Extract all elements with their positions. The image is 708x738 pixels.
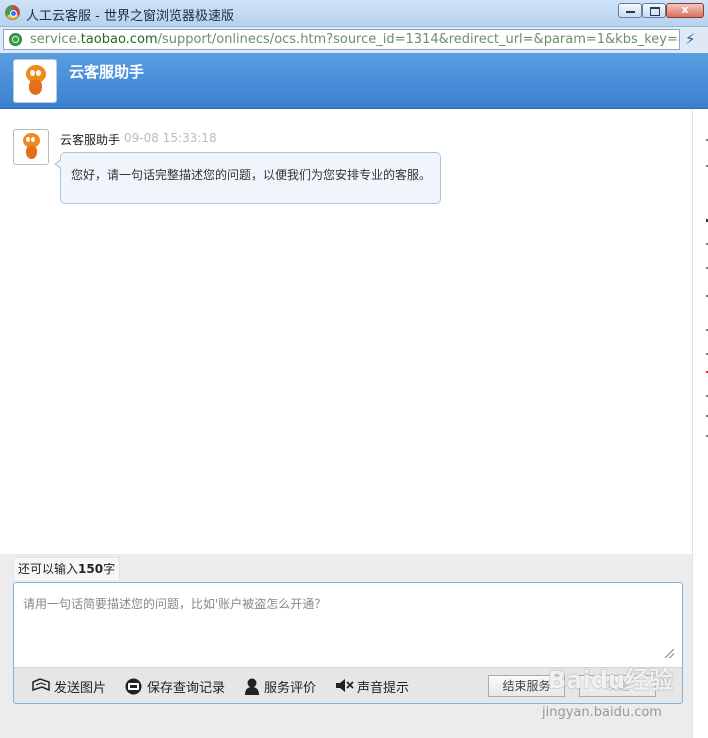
mascot-icon: [24, 65, 48, 97]
url-field[interactable]: service.taobao.com/support/onlinecs/ocs.…: [3, 29, 680, 50]
send-button[interactable]: 发送: [579, 675, 656, 697]
lightning-icon[interactable]: ⚡: [685, 30, 696, 48]
save-icon: [124, 678, 143, 699]
assistant-name: 云客服助手: [69, 63, 145, 81]
message-text: 您好，请一句话完整描述您的问题，以便我们为您安排专业的客服。: [71, 168, 432, 182]
image-icon: [32, 678, 50, 696]
url-text: service.taobao.com/support/onlinecs/ocs.…: [30, 32, 679, 47]
address-bar: service.taobao.com/support/onlinecs/ocs.…: [0, 27, 708, 54]
message-input[interactable]: [14, 583, 682, 667]
side-panel: [692, 109, 708, 738]
mute-icon: [335, 678, 354, 697]
assistant-avatar: [13, 59, 57, 103]
char-counter: 还可以输入150字: [13, 557, 121, 580]
composer-toolbar: 发送图片 保存查询记录 服务评价 声音提示 结束服务 发送: [14, 667, 682, 703]
mascot-icon: [21, 133, 41, 161]
url-prefix: service.: [30, 32, 81, 47]
close-button[interactable]: x: [666, 3, 704, 18]
user-icon: [244, 678, 260, 699]
save-history-label: 保存查询记录: [147, 681, 226, 696]
url-path: /support/onlinecs/ocs.htm?source_id=1314…: [157, 32, 679, 47]
browser-logo-icon: [5, 5, 20, 20]
char-counter-prefix: 还可以输入: [18, 562, 79, 576]
window-title: 人工云客服 - 世界之窗浏览器极速版: [26, 9, 234, 24]
url-domain: taobao.com: [80, 32, 158, 47]
message-list: 云客服助手 09-08 15:33:18 您好，请一句话完整描述您的问题，以便我…: [0, 109, 692, 554]
rate-service-label: 服务评价: [264, 681, 317, 696]
char-counter-value: 150: [78, 562, 104, 576]
message-timestamp: 09-08 15:33:18: [124, 131, 217, 145]
maximize-button[interactable]: [642, 3, 666, 18]
message-sender: 云客服助手: [60, 133, 121, 147]
message-bubble: 您好，请一句话完整描述您的问题，以便我们为您安排专业的客服。: [54, 152, 441, 204]
input-panel: 发送图片 保存查询记录 服务评价 声音提示 结束服务 发: [13, 582, 683, 704]
sound-alert-label: 声音提示: [357, 681, 410, 696]
minimize-button[interactable]: [618, 3, 642, 18]
chat-header: 云客服助手: [0, 53, 708, 109]
globe-icon: [9, 33, 22, 46]
message-avatar: [13, 129, 49, 165]
resize-grip-icon[interactable]: [665, 649, 674, 658]
window-title-bar: 人工云客服 - 世界之窗浏览器极速版 x: [0, 0, 708, 27]
composer-area: 还可以输入150字 发送图片 保存查询记录 服务评价: [0, 554, 692, 738]
end-service-button[interactable]: 结束服务: [488, 675, 565, 697]
send-image-label: 发送图片: [54, 681, 107, 696]
char-counter-suffix: 字: [103, 562, 116, 576]
